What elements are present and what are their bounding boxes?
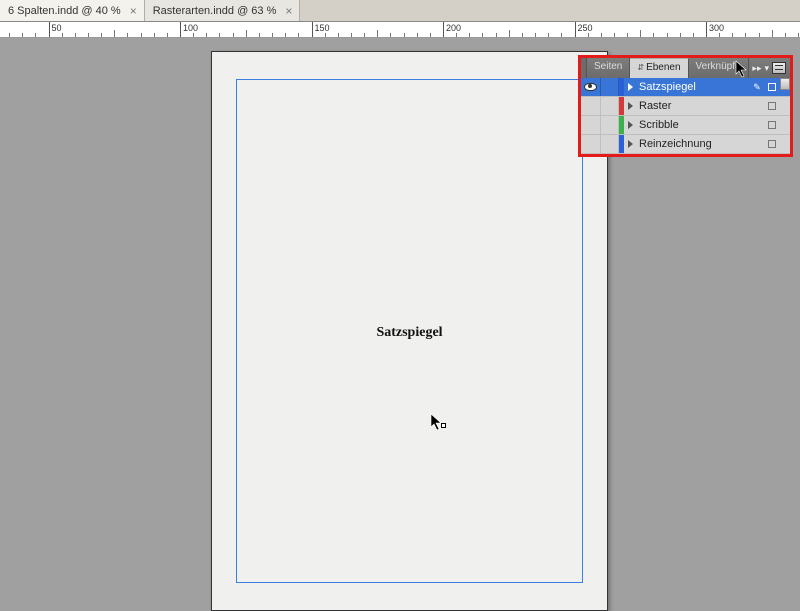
updown-icon: ⇵ bbox=[637, 63, 644, 72]
tab-ebenen-label: Ebenen bbox=[646, 62, 680, 73]
lock-toggle[interactable] bbox=[601, 97, 619, 115]
visibility-toggle[interactable] bbox=[581, 97, 601, 115]
page-body-text: Satzspiegel bbox=[212, 325, 607, 341]
horizontal-ruler[interactable]: 50100150200250300 bbox=[0, 22, 800, 38]
disclosure-triangle-icon[interactable] bbox=[624, 140, 636, 148]
panel-tab-bar: Seiten ⇵Ebenen Verknüpfu ▸▸ ▾ bbox=[581, 58, 790, 78]
lock-toggle[interactable] bbox=[601, 116, 619, 134]
layer-list: Satzspiegel✎ Raster Scribble Reinzeichnung bbox=[581, 78, 790, 154]
document-tab-label: 6 Spalten.indd @ 40 % bbox=[8, 5, 121, 17]
close-icon[interactable]: × bbox=[127, 5, 140, 17]
layers-panel: Seiten ⇵Ebenen Verknüpfu ▸▸ ▾ Satzspiege… bbox=[578, 55, 793, 157]
cursor-icon bbox=[430, 413, 444, 435]
selection-target[interactable] bbox=[764, 102, 780, 110]
layer-name-label: Raster bbox=[636, 100, 764, 112]
chevron-down-icon[interactable]: ▾ bbox=[764, 63, 769, 74]
scrollbar-thumb[interactable] bbox=[780, 78, 790, 90]
lock-toggle[interactable] bbox=[601, 78, 619, 96]
visibility-toggle[interactable] bbox=[581, 135, 601, 153]
layer-row[interactable]: Satzspiegel✎ bbox=[581, 78, 790, 97]
disclosure-triangle-icon[interactable] bbox=[624, 83, 636, 91]
layer-name-label: Scribble bbox=[636, 119, 764, 131]
layer-row[interactable]: Reinzeichnung bbox=[581, 135, 790, 154]
layer-name-label: Reinzeichnung bbox=[636, 138, 764, 150]
selection-target[interactable] bbox=[764, 121, 780, 129]
visibility-toggle[interactable] bbox=[581, 78, 601, 96]
tab-seiten[interactable]: Seiten bbox=[587, 58, 630, 78]
layer-row[interactable]: Raster bbox=[581, 97, 790, 116]
panel-menu-button[interactable] bbox=[772, 62, 786, 74]
document-tab-label: Rasterarten.indd @ 63 % bbox=[153, 5, 277, 17]
layer-row[interactable]: Scribble bbox=[581, 116, 790, 135]
visibility-toggle[interactable] bbox=[581, 116, 601, 134]
close-icon[interactable]: × bbox=[282, 5, 295, 17]
disclosure-triangle-icon[interactable] bbox=[624, 102, 636, 110]
lock-toggle[interactable] bbox=[601, 135, 619, 153]
tab-verknuepfungen[interactable]: Verknüpfu bbox=[689, 58, 749, 78]
pen-icon: ✎ bbox=[750, 82, 764, 93]
layer-name-label: Satzspiegel bbox=[636, 81, 750, 93]
tab-ebenen[interactable]: ⇵Ebenen bbox=[630, 58, 688, 78]
eye-icon bbox=[584, 83, 597, 91]
collapse-icon[interactable]: ▸▸ bbox=[752, 63, 761, 74]
disclosure-triangle-icon[interactable] bbox=[624, 121, 636, 129]
document-tab[interactable]: 6 Spalten.indd @ 40 % × bbox=[0, 0, 145, 21]
document-tab-bar: 6 Spalten.indd @ 40 % × Rasterarten.indd… bbox=[0, 0, 800, 22]
document-page[interactable]: Satzspiegel bbox=[211, 51, 608, 611]
document-tab[interactable]: Rasterarten.indd @ 63 % × bbox=[145, 0, 301, 21]
selection-target[interactable] bbox=[764, 140, 780, 148]
selection-target[interactable] bbox=[764, 83, 780, 91]
